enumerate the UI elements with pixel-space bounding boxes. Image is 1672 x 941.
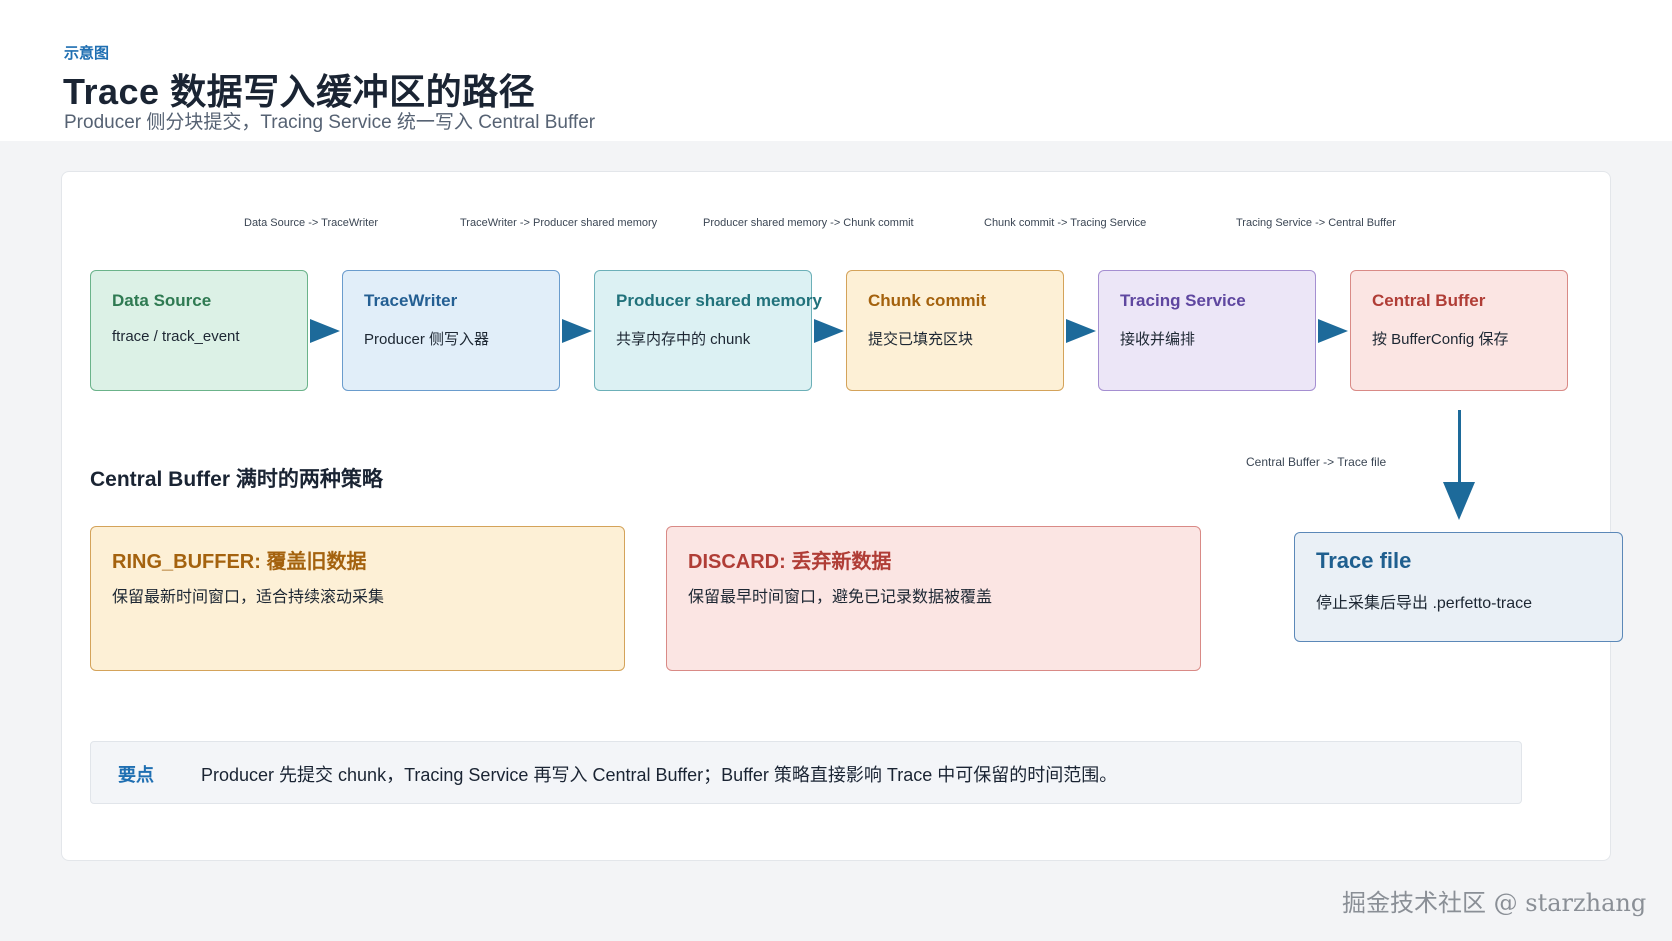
flow-label-2: TraceWriter -> Producer shared memory <box>460 217 658 229</box>
node-shared-memory: Producer shared memory 共享内存中的 chunk <box>594 270 822 391</box>
node-trace-file: Trace file 停止采集后导出 .perfetto-trace <box>1294 532 1623 642</box>
flow-arrow-icon <box>562 319 592 343</box>
keypoint-box: 要点 Producer 先提交 chunk，Tracing Service 再写… <box>90 741 1522 804</box>
section-title: Central Buffer 满时的两种策略 <box>90 468 383 491</box>
flow-arrow-icon <box>814 319 844 343</box>
keypoint-label: 要点 <box>118 765 154 785</box>
page-subtitle: Producer 侧分块提交，Tracing Service 统一写入 Cent… <box>64 112 596 133</box>
node-chunk-commit: Chunk commit 提交已填充区块 <box>846 270 1064 391</box>
down-arrow-line <box>1458 410 1461 486</box>
flow-label-1: Data Source -> TraceWriter <box>244 217 378 229</box>
policy-description: 保留最新时间窗口，适合持续滚动采集 <box>112 589 385 606</box>
node-title: Data Source <box>112 291 212 310</box>
node-title: TraceWriter <box>364 291 458 310</box>
node-subtitle: 提交已填充区块 <box>868 331 974 348</box>
flow-label-3: Producer shared memory -> Chunk commit <box>703 217 914 229</box>
node-subtitle: ftrace / track_event <box>112 328 240 345</box>
node-title: Producer shared memory <box>616 291 822 310</box>
flow-arrow-icon <box>1066 319 1096 343</box>
node-data-source: Data Source ftrace / track_event <box>90 270 308 391</box>
node-subtitle: 按 BufferConfig 保存 <box>1372 331 1509 348</box>
keypoint-text: Producer 先提交 chunk，Tracing Service 再写入 C… <box>201 765 1118 785</box>
flow-arrow-icon <box>310 319 340 343</box>
policy-discard: DISCARD: 丢弃新数据 保留最早时间窗口，避免已记录数据被覆盖 <box>666 526 1201 671</box>
flow-arrow-icon <box>1318 319 1348 343</box>
watermark: 掘金技术社区 @ starzhang <box>1342 889 1647 917</box>
trace-file-title: Trace file <box>1316 548 1412 573</box>
node-tracing-service: Tracing Service 接收并编排 <box>1098 270 1316 391</box>
flow-label-5: Tracing Service -> Central Buffer <box>1236 217 1396 229</box>
policy-description: 保留最早时间窗口，避免已记录数据被覆盖 <box>688 589 993 606</box>
trace-file-subtitle: 停止采集后导出 .perfetto-trace <box>1316 595 1533 612</box>
policy-title: DISCARD: 丢弃新数据 <box>688 551 892 573</box>
policy-ring-buffer: RING_BUFFER: 覆盖旧数据 保留最新时间窗口，适合持续滚动采集 <box>90 526 625 671</box>
node-tracewriter: TraceWriter Producer 侧写入器 <box>342 270 560 391</box>
down-arrow-icon <box>1443 482 1475 520</box>
node-subtitle: Producer 侧写入器 <box>364 331 490 348</box>
down-arrow-label: Central Buffer -> Trace file <box>1246 455 1387 469</box>
node-central-buffer: Central Buffer 按 BufferConfig 保存 <box>1350 270 1568 391</box>
node-subtitle: 共享内存中的 chunk <box>616 331 751 348</box>
policy-title: RING_BUFFER: 覆盖旧数据 <box>112 551 367 573</box>
node-title: Tracing Service <box>1120 291 1246 310</box>
node-title: Chunk commit <box>868 291 987 310</box>
header: 示意图 Trace 数据写入缓冲区的路径 Producer 侧分块提交，Trac… <box>0 0 1672 141</box>
node-subtitle: 接收并编排 <box>1120 331 1196 348</box>
node-title: Central Buffer <box>1372 291 1486 310</box>
flow-label-4: Chunk commit -> Tracing Service <box>984 217 1147 229</box>
diagram-eyebrow: 示意图 <box>64 45 110 62</box>
